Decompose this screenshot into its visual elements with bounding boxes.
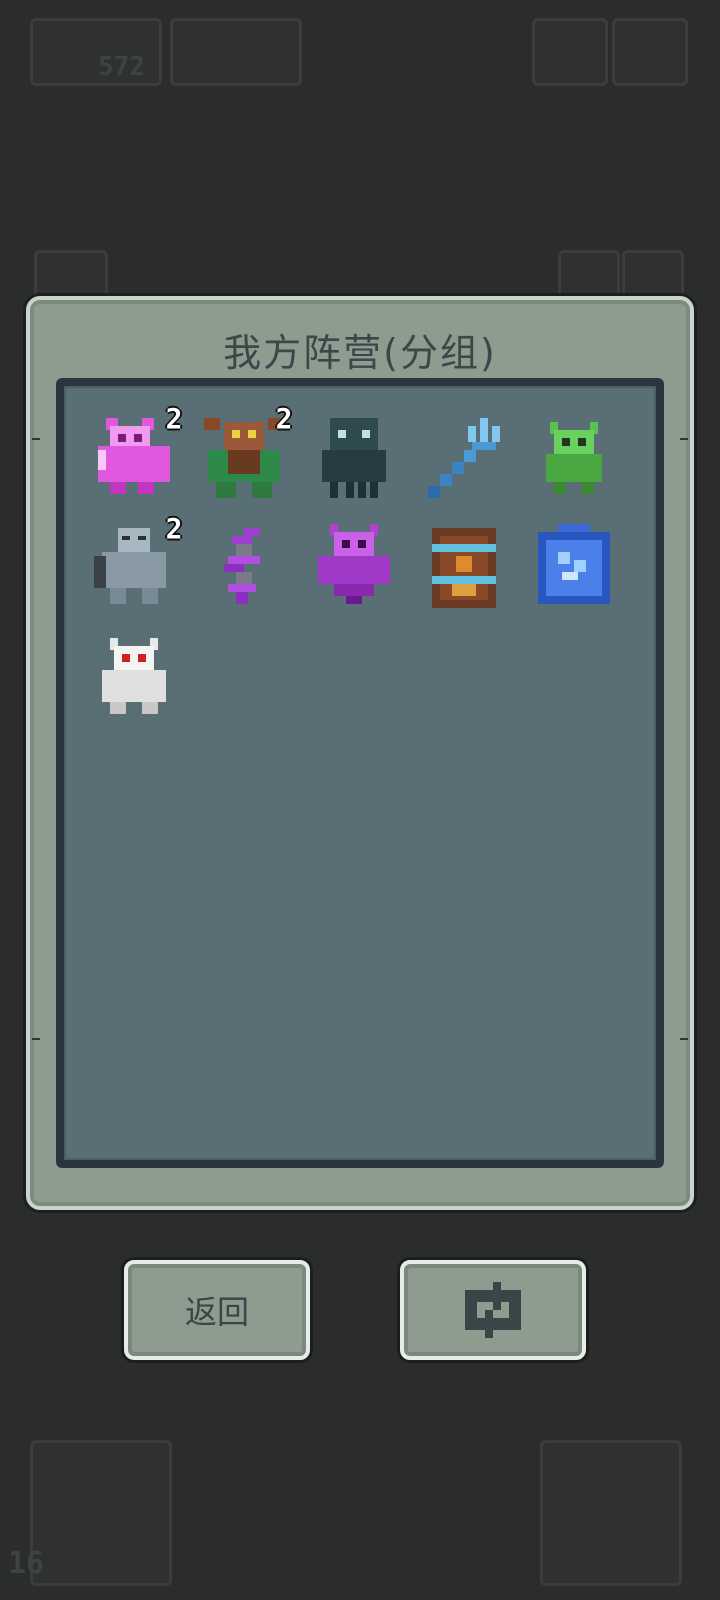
back-button-label: 返回	[184, 1293, 249, 1331]
cthulhu-icon	[322, 418, 386, 498]
top-right-button-1	[532, 18, 608, 86]
unit-minotaur[interactable]: 2	[196, 404, 292, 506]
unit-chained-totem[interactable]	[416, 520, 512, 616]
unit-ice-trident[interactable]	[416, 410, 512, 506]
unit-grid: 2 2 2	[56, 378, 664, 1168]
white-beast-icon	[102, 638, 166, 714]
back-button[interactable]: 返回	[124, 1260, 310, 1360]
unit-blue-portal[interactable]	[526, 520, 622, 616]
unit-pink-demon[interactable]: 2	[86, 404, 182, 506]
blue-portal-icon	[538, 524, 610, 604]
unit-green-goblin[interactable]	[526, 410, 622, 506]
unit-count-badge: 2	[275, 402, 293, 435]
bottom-slot-1	[30, 1440, 172, 1586]
green-goblin-icon	[546, 422, 602, 494]
unit-stone-golem[interactable]: 2	[86, 514, 182, 616]
top-counter: 572	[98, 52, 145, 82]
army-group-panel: 我方阵营(分组) 2 2 2	[26, 296, 694, 1210]
unit-white-beast[interactable]	[86, 630, 182, 726]
unit-purple-spirit[interactable]	[196, 520, 292, 616]
unit-count-badge: 2	[165, 512, 183, 545]
rivet	[680, 438, 688, 440]
chained-totem-icon	[432, 528, 496, 608]
purple-demon-icon	[318, 524, 390, 604]
top-right-button-2	[612, 18, 688, 86]
refresh-button[interactable]	[400, 1260, 586, 1360]
top-resource-box-2	[170, 18, 302, 86]
unit-count-badge: 2	[165, 402, 183, 435]
unit-cthulhu[interactable]	[306, 410, 402, 506]
unit-purple-demon[interactable]	[306, 520, 402, 616]
rivet	[680, 1038, 688, 1040]
rivet	[32, 438, 40, 440]
bottom-counter: 16	[8, 1546, 45, 1581]
purple-spirit-icon	[224, 528, 260, 604]
refresh-icon	[465, 1282, 521, 1338]
ice-trident-icon	[428, 418, 500, 498]
rivet	[32, 1038, 40, 1040]
bottom-slot-2	[540, 1440, 682, 1586]
panel-title: 我方阵营(分组)	[223, 331, 497, 375]
